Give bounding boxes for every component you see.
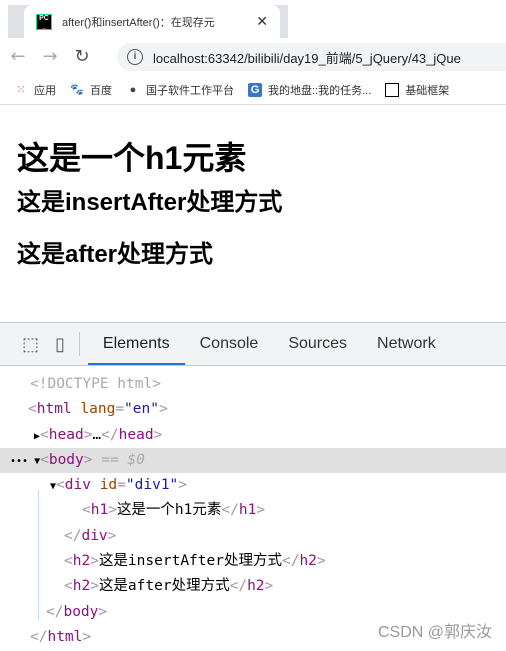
devtools-panel: ⬚ ▯ Elements Console Sources Network <!D… bbox=[0, 322, 506, 651]
info-icon[interactable]: i bbox=[127, 49, 143, 65]
device-icon[interactable]: ▯ bbox=[55, 334, 65, 355]
forward-icon[interactable]: → bbox=[36, 46, 64, 67]
bookmarks-bar: ⁙ 应用 🐾 百度 ● 国子软件工作平台 G 我的地盘::我的任务... 基础框架 bbox=[0, 76, 506, 105]
pycharm-icon: PC _ bbox=[36, 13, 52, 30]
h1-node[interactable]: <h1>这是一个h1元素</h1> bbox=[0, 498, 506, 523]
body-node[interactable]: ••• ▼<body> == $0 bbox=[0, 447, 506, 474]
url-text: localhost:63342/bilibili/day19_前端/5_jQue… bbox=[153, 50, 461, 66]
html-node[interactable]: <html lang="en"> bbox=[0, 397, 506, 422]
dom-tree: <!DOCTYPE html> <html lang="en"> ▶<head>… bbox=[0, 366, 506, 650]
h2b-node[interactable]: <h2>这是after处理方式</h2> bbox=[0, 574, 506, 599]
bookmark-baidu[interactable]: 百度 bbox=[90, 82, 112, 98]
reload-icon[interactable]: ↻ bbox=[68, 46, 96, 67]
div-node[interactable]: ▼<div id="div1"> bbox=[0, 473, 506, 498]
bookmark-mydisk[interactable]: 我的地盘::我的任务... bbox=[268, 82, 371, 98]
page-content: 这是一个h1元素 这是insertAfter处理方式 这是after处理方式 bbox=[17, 108, 282, 270]
tab-console[interactable]: Console bbox=[185, 323, 274, 365]
globe-icon: ● bbox=[129, 84, 137, 96]
tab-title: after()和insertAfter()：在现存元 bbox=[62, 16, 215, 29]
bookmark-guozi[interactable]: 国子软件工作平台 bbox=[146, 82, 234, 98]
h2a-node[interactable]: <h2>这是insertAfter处理方式</h2> bbox=[0, 549, 506, 574]
tab-strip: PC _ after()和insertAfter()：在现存元 ✕ bbox=[0, 0, 506, 38]
watermark: CSDN @郭庆汝 bbox=[377, 624, 492, 641]
head-node[interactable]: ▶<head>…</head> bbox=[0, 423, 506, 448]
h2-after: 这是after处理方式 bbox=[17, 241, 214, 268]
inspect-icon[interactable]: ⬚ bbox=[22, 334, 39, 355]
close-icon[interactable]: ✕ bbox=[256, 13, 268, 30]
bookmark-apps[interactable]: 应用 bbox=[34, 82, 56, 98]
devtools-toolbar: ⬚ ▯ Elements Console Sources Network bbox=[0, 323, 506, 366]
tab-network[interactable]: Network bbox=[362, 323, 451, 365]
divider bbox=[78, 332, 80, 356]
h1-heading: 这是一个h1元素 bbox=[17, 140, 247, 176]
apps-icon: ⁙ bbox=[16, 84, 26, 96]
framework-icon bbox=[385, 83, 400, 97]
nav-bar: ← → ↻ i localhost:63342/bilibili/day19_前… bbox=[0, 40, 506, 72]
g-icon: G bbox=[248, 83, 262, 97]
address-bar[interactable]: i localhost:63342/bilibili/day19_前端/5_jQ… bbox=[117, 43, 506, 71]
div-close: </div> bbox=[64, 527, 117, 544]
back-icon[interactable]: ← bbox=[4, 46, 32, 67]
h2-insertafter: 这是insertAfter处理方式 bbox=[17, 189, 283, 216]
indent-guide bbox=[38, 490, 39, 620]
bookmark-framework[interactable]: 基础框架 bbox=[405, 82, 449, 98]
browser-tab[interactable]: PC _ after()和insertAfter()：在现存元 ✕ bbox=[24, 5, 280, 38]
tab-elements[interactable]: Elements bbox=[87, 323, 185, 365]
baidu-icon: 🐾 bbox=[70, 84, 84, 96]
doctype-node[interactable]: <!DOCTYPE html> bbox=[0, 372, 506, 397]
tab-sources[interactable]: Sources bbox=[273, 323, 362, 365]
